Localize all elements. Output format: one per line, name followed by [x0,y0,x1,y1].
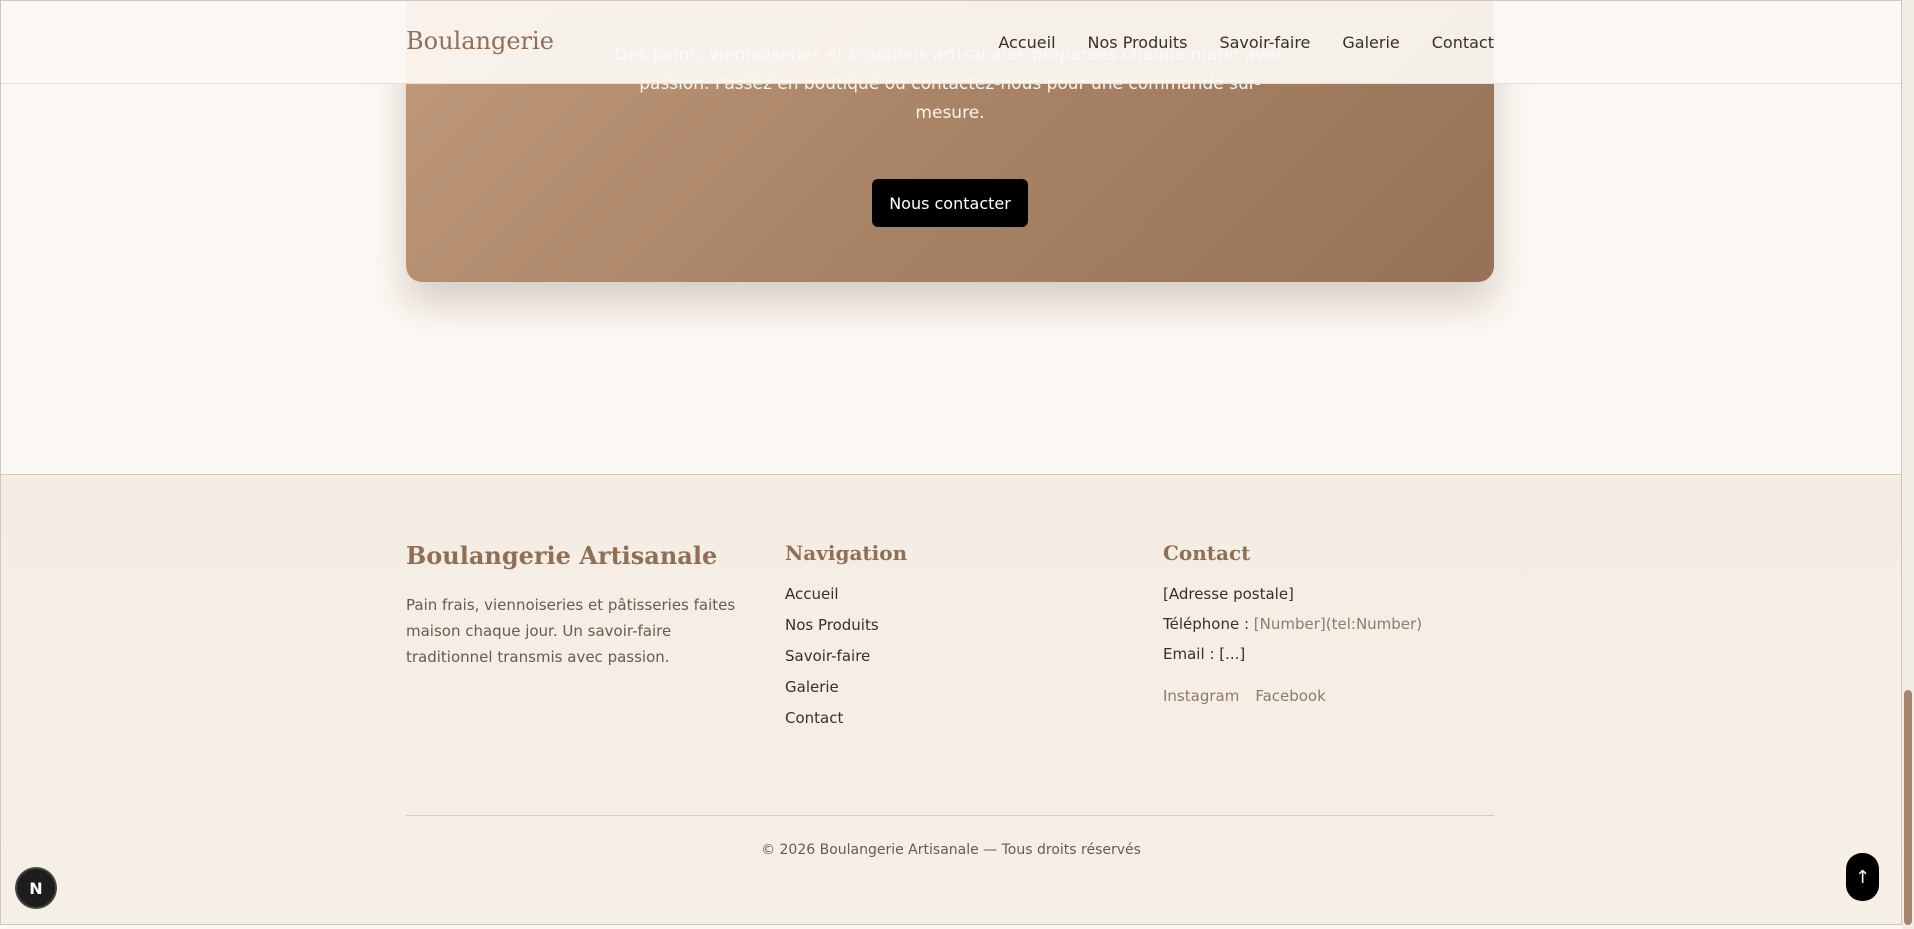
nav-item-contact[interactable]: Contact [1432,33,1494,52]
contact-us-button[interactable]: Nous contacter [872,179,1028,227]
phone-link[interactable]: [Number](tel:Number) [1254,615,1422,633]
footer-link-produits[interactable]: Nos Produits [785,616,907,634]
scrollbar-thumb[interactable] [1904,690,1912,925]
site-footer: Boulangerie Artisanale Pain frais, vienn… [1,474,1901,924]
footer-contact-title: Contact [1163,541,1251,565]
facebook-link[interactable]: Facebook [1255,687,1325,705]
footer-contact: Contact [Adresse postale] Téléphone : [N… [1163,541,1503,705]
browser-viewport: Des pains, viennoiseries et créations ar… [0,0,1902,925]
contact-email: Email : [...] [1163,645,1246,663]
footer-link-contact[interactable]: Contact [785,709,907,727]
nav-item-galerie[interactable]: Galerie [1342,33,1399,52]
nav-item-produits[interactable]: Nos Produits [1088,33,1188,52]
phone-label: Téléphone : [1163,615,1250,633]
nav-item-savoir-faire[interactable]: Savoir-faire [1219,33,1310,52]
footer-link-accueil[interactable]: Accueil [785,585,907,603]
footer-brand-title: Boulangerie Artisanale [406,541,718,570]
footer-link-galerie[interactable]: Galerie [785,678,907,696]
main-nav: Accueil Nos Produits Savoir-faire Galeri… [998,33,1494,52]
footer-about: Boulangerie Artisanale Pain frais, vienn… [406,541,736,670]
footer-nav-title: Navigation [785,541,908,565]
footer-navigation: Navigation Accueil Nos Produits Savoir-f… [785,541,907,727]
brand-logo[interactable]: Boulangerie [406,27,554,55]
page-scrollbar[interactable] [1902,0,1914,929]
copyright-text: © 2026 Boulangerie Artisanale — Tous dro… [761,842,1141,858]
instagram-link[interactable]: Instagram [1163,687,1239,705]
footer-link-savoir-faire[interactable]: Savoir-faire [785,647,907,665]
contact-address: [Adresse postale] [1163,585,1294,603]
footer-divider [406,815,1494,816]
nav-item-accueil[interactable]: Accueil [998,33,1055,52]
contact-phone: Téléphone : [Number](tel:Number) [1163,615,1503,633]
back-to-top-button[interactable]: ↑ [1846,853,1879,901]
site-header: Boulangerie Accueil Nos Produits Savoir-… [1,1,1901,84]
footer-description: Pain frais, viennoiseries et pâtisseries… [406,596,736,666]
dev-tools-badge-icon[interactable]: N [17,869,55,907]
